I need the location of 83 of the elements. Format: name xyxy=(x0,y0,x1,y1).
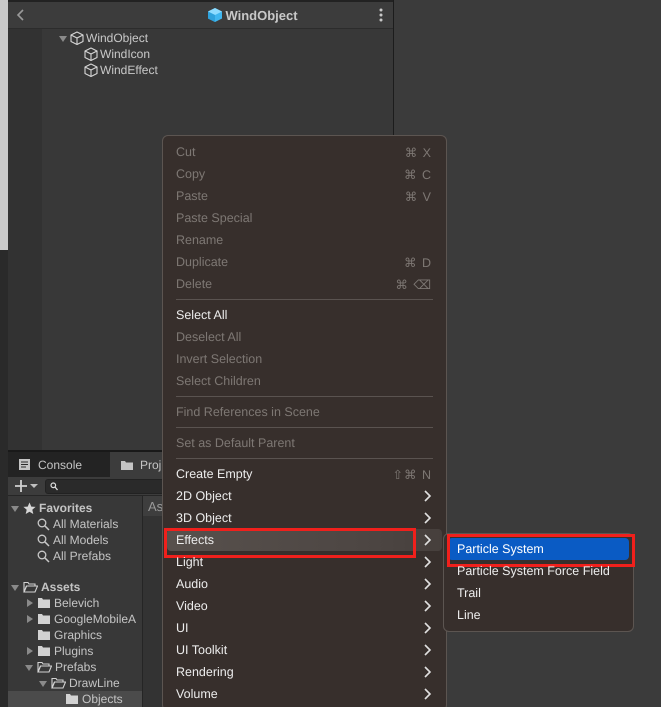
shortcut-label: ⌘ X xyxy=(404,144,432,160)
menu-item[interactable]: Select All xyxy=(167,304,442,326)
project-item[interactable]: DrawLine xyxy=(8,675,142,691)
cube-icon xyxy=(84,46,98,62)
folder-icon xyxy=(65,693,79,705)
breadcrumb[interactable]: As xyxy=(148,498,164,514)
cube-icon xyxy=(70,30,84,46)
expanded-arrow-icon[interactable] xyxy=(24,662,34,672)
item-label: Plugins xyxy=(54,644,94,658)
menu-item[interactable]: UI xyxy=(167,617,442,639)
item-label: Favorites xyxy=(39,501,92,515)
cube-icon xyxy=(207,7,224,23)
item-label: Objects xyxy=(82,692,123,706)
open-folder-icon xyxy=(37,661,52,673)
create-button[interactable] xyxy=(15,479,39,493)
open-folder-icon xyxy=(51,677,66,689)
menu-item[interactable]: Volume xyxy=(167,683,442,705)
folder-icon xyxy=(37,629,51,641)
item-label: GoogleMobileA xyxy=(54,612,136,626)
item-label: WindEffect xyxy=(100,63,158,77)
project-item[interactable]: Plugins xyxy=(8,643,142,659)
search-icon xyxy=(37,518,50,530)
item-label: Graphics xyxy=(54,628,102,642)
expanded-arrow-icon[interactable] xyxy=(10,503,20,513)
hierarchy-item[interactable]: WindObject xyxy=(58,30,393,46)
item-label: All Prefabs xyxy=(53,549,112,563)
star-icon xyxy=(23,502,36,514)
project-item[interactable]: Prefabs xyxy=(8,659,142,675)
folder-icon xyxy=(37,613,51,625)
window-title: WindObject xyxy=(225,8,298,22)
open-folder-icon xyxy=(23,581,38,593)
search-icon xyxy=(37,550,50,562)
shortcut-label: ⌘ C xyxy=(404,166,432,182)
project-item[interactable]: Graphics xyxy=(8,627,142,643)
item-label: Prefabs xyxy=(55,660,96,674)
hierarchy-item[interactable]: WindEffect xyxy=(58,62,393,78)
item-label: All Materials xyxy=(53,517,118,531)
item-label: DrawLine xyxy=(69,676,120,690)
collapsed-arrow-icon[interactable] xyxy=(24,598,34,608)
more-options-icon[interactable] xyxy=(378,8,383,22)
project-item[interactable]: Belevich xyxy=(8,595,142,611)
expanded-arrow-icon[interactable] xyxy=(10,582,20,592)
item-label: All Models xyxy=(53,533,108,547)
shortcut-label: ⌘ D xyxy=(404,254,432,270)
menu-item[interactable]: Video xyxy=(167,595,442,617)
project-item[interactable]: All Models xyxy=(8,532,142,548)
search-icon xyxy=(50,482,58,490)
collapsed-arrow-icon[interactable] xyxy=(24,646,34,656)
item-label: WindObject xyxy=(86,31,148,45)
menu-item[interactable]: Line xyxy=(448,604,629,626)
back-icon[interactable] xyxy=(16,9,26,21)
item-label: Assets xyxy=(41,580,80,594)
menu-item[interactable]: Effects xyxy=(167,529,442,551)
expanded-arrow-icon[interactable] xyxy=(58,33,68,43)
menu-item[interactable]: Light xyxy=(167,551,442,573)
shortcut-label: ⇧⌘ N xyxy=(392,466,432,482)
item-label: WindIcon xyxy=(100,47,150,61)
project-item[interactable]: All Materials xyxy=(8,516,142,532)
shortcut-label: ⌘ ⌫ xyxy=(395,276,432,292)
menu-item[interactable]: 3D Object xyxy=(167,507,442,529)
expanded-arrow-icon[interactable] xyxy=(38,678,48,688)
console-icon xyxy=(18,458,32,471)
project-item[interactable]: GoogleMobileA xyxy=(8,611,142,627)
menu-item[interactable]: Rendering xyxy=(167,661,442,683)
shortcut-label: ⌘ V xyxy=(404,188,432,204)
menu-item[interactable]: Audio xyxy=(167,573,442,595)
search-icon xyxy=(37,534,50,546)
hierarchy-item[interactable]: WindIcon xyxy=(58,46,393,62)
menu-item[interactable]: 2D Object xyxy=(167,485,442,507)
project-item[interactable]: Favorites xyxy=(8,500,142,516)
menu-item[interactable]: Particle System xyxy=(448,538,629,560)
folder-icon xyxy=(37,645,51,657)
menu-item[interactable]: UI Toolkit xyxy=(167,639,442,661)
collapsed-arrow-icon[interactable] xyxy=(24,614,34,624)
folder-icon xyxy=(120,458,134,471)
project-item[interactable]: All Prefabs xyxy=(8,548,142,564)
cube-icon xyxy=(84,62,98,78)
project-item[interactable]: Assets xyxy=(8,579,142,595)
item-label: Belevich xyxy=(54,596,100,610)
menu-item[interactable]: Trail xyxy=(448,582,629,604)
folder-icon xyxy=(37,597,51,609)
project-item[interactable]: Objects xyxy=(8,691,142,707)
menu-item[interactable]: Particle System Force Field xyxy=(448,560,629,582)
